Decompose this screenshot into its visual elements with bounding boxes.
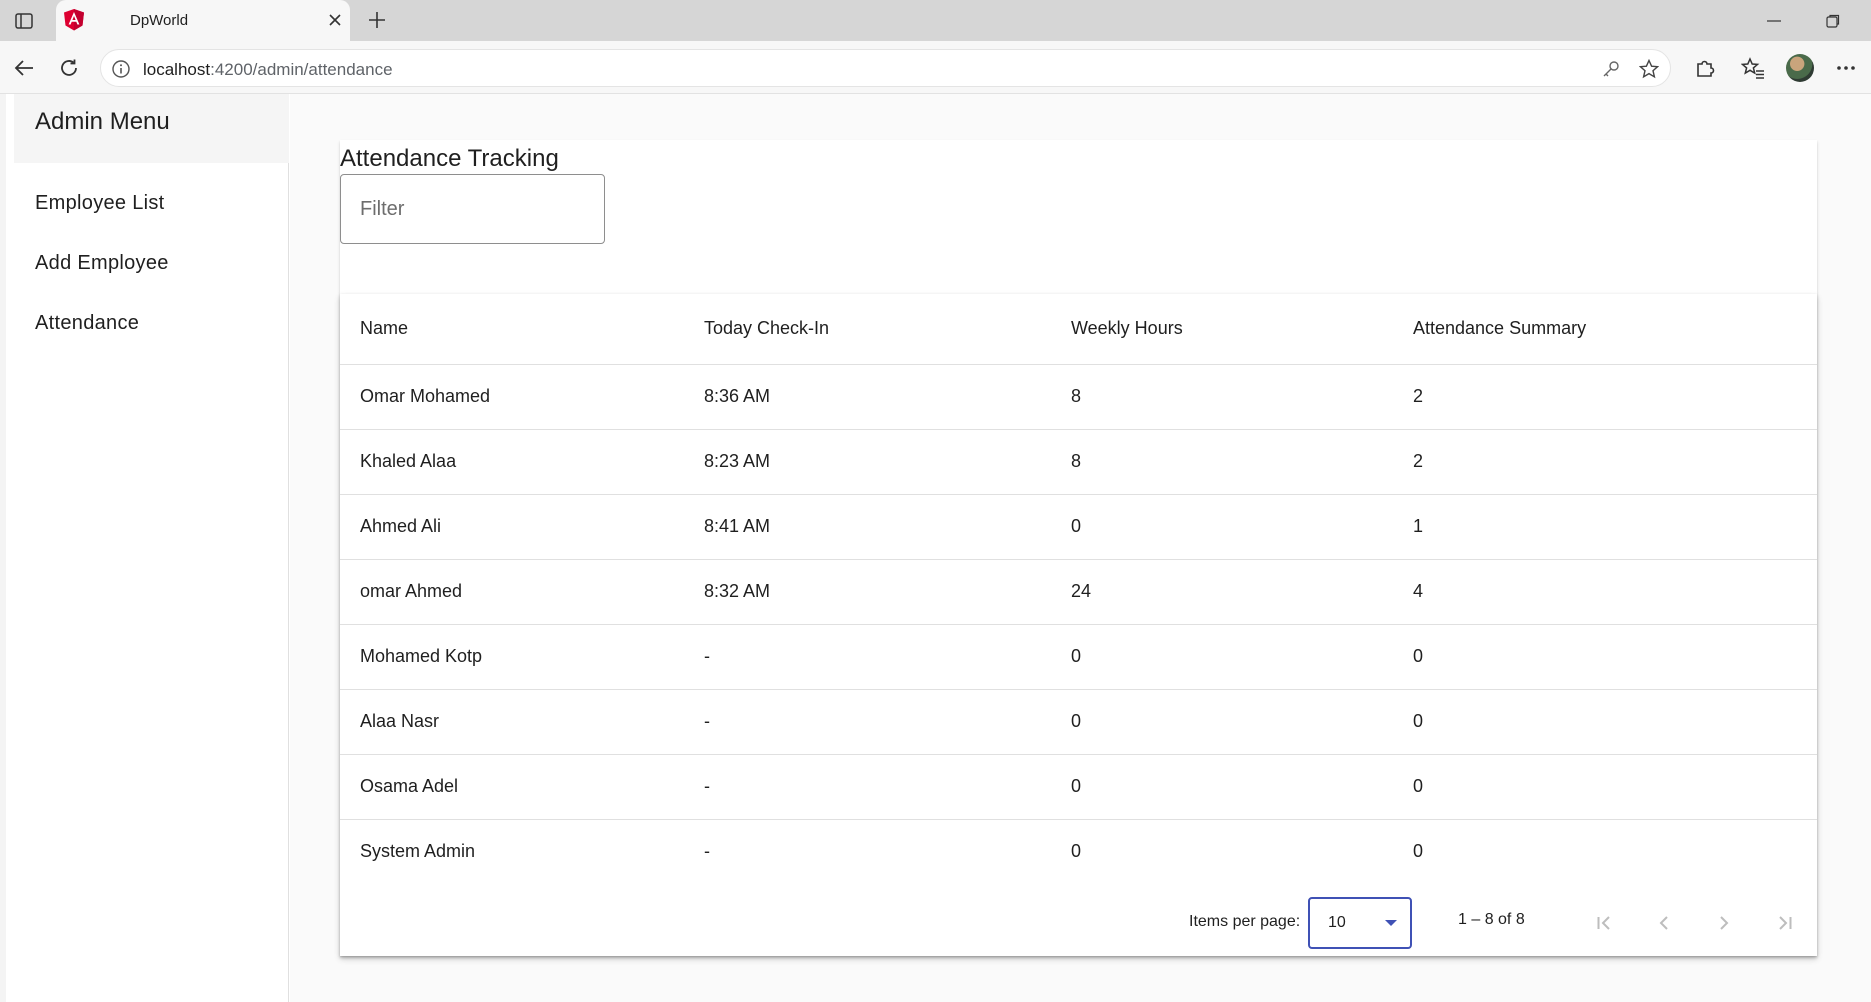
cell-weekly-hours: 0 [1051,754,1393,820]
cell-check-in: 8:41 AM [684,494,1051,560]
page-range-label: 1 – 8 of 8 [1458,911,1525,928]
cell-weekly-hours: 0 [1051,689,1393,755]
attendance-card: Attendance Tracking Name Today Check-In … [340,140,1817,956]
favorites-icon[interactable] [1738,53,1768,83]
sidebar-item-attendance[interactable]: Attendance [35,312,139,335]
sidebar-header: Admin Menu [14,94,289,163]
address-bar[interactable]: localhost:4200/admin/attendance [100,49,1671,87]
cell-name: omar Ahmed [340,559,684,625]
browser-toolbar: localhost:4200/admin/attendance [0,41,1871,94]
table-row: Omar Mohamed 8:36 AM 8 2 [340,364,1817,430]
cell-attendance-summary: 2 [1393,364,1817,430]
angular-logo-icon [64,9,84,31]
refresh-icon[interactable] [54,53,84,83]
cell-name: Omar Mohamed [340,364,684,430]
table-row: Osama Adel - 0 0 [340,754,1817,820]
cell-check-in: - [704,841,710,862]
cell-attendance-summary: 0 [1413,841,1424,862]
table-row: Mohamed Kotp - 0 0 [340,624,1817,690]
browser-tab[interactable]: DpWorld [56,0,350,41]
page-title: Attendance Tracking [340,145,559,172]
cell-check-in: - [684,624,1051,690]
column-header-attendance-summary: Attendance Summary [1393,294,1817,365]
column-header-weekly-hours: Weekly Hours [1051,294,1393,365]
page-size-value: 10 [1328,914,1346,931]
cell-attendance-summary: 0 [1393,689,1817,755]
page-size-select[interactable]: 10 [1308,897,1412,949]
cell-attendance-summary: 0 [1393,754,1817,820]
table-row: System Admin - 0 0 [340,819,1817,884]
cell-check-in: 8:32 AM [684,559,1051,625]
cell-weekly-hours: 0 [1051,494,1393,560]
cell-weekly-hours: 8 [1051,364,1393,430]
close-icon[interactable] [324,9,346,31]
more-icon[interactable] [1831,53,1861,83]
cell-name: Khaled Alaa [340,429,684,495]
cell-weekly-hours: 0 [1051,624,1393,690]
cell-check-in: 8:36 AM [684,364,1051,430]
items-per-page-label: Items per page: [1189,913,1301,930]
cell-attendance-summary: 1 [1393,494,1817,560]
cell-name: Ahmed Ali [340,494,684,560]
tab-title: DpWorld [130,12,189,29]
plus-icon[interactable] [364,7,390,33]
cell-attendance-summary: 2 [1393,429,1817,495]
filter-field[interactable] [340,174,605,244]
attendance-table-container: Name Today Check-In Weekly Hours Attenda… [340,294,1817,956]
column-header-name: Name [340,294,684,365]
cell-check-in: - [684,754,1051,820]
sidebar-title: Admin Menu [35,108,170,135]
restore-icon[interactable] [1810,6,1856,36]
app-root: Admin Menu Employee List Add Employee At… [0,94,1871,1002]
main-content: Attendance Tracking Name Today Check-In … [290,94,1871,1002]
puzzle-icon[interactable] [1690,53,1720,83]
cell-attendance-summary: 4 [1393,559,1817,625]
cell-name: Osama Adel [340,754,684,820]
column-header-check-in: Today Check-In [684,294,1051,365]
cell-weekly-hours: 8 [1051,429,1393,495]
attendance-table: Name Today Check-In Weekly Hours Attenda… [340,294,1817,884]
cell-name: Mohamed Kotp [340,624,684,690]
table-row: Alaa Nasr - 0 0 [340,689,1817,755]
next-page-icon[interactable] [1708,907,1740,939]
sidebar-item-add-employee[interactable]: Add Employee [35,252,169,275]
cell-name: Alaa Nasr [340,689,684,755]
table-row: Ahmed Ali 8:41 AM 0 1 [340,494,1817,560]
filter-input[interactable] [341,175,604,243]
chevron-down-icon [1385,920,1397,926]
back-arrow-icon[interactable] [9,53,39,83]
star-icon[interactable] [1638,58,1660,80]
table-header-row: Name Today Check-In Weekly Hours Attenda… [340,294,1817,365]
admin-sidebar: Admin Menu Employee List Add Employee At… [0,94,289,1002]
cell-weekly-hours: 0 [1071,841,1082,862]
info-icon[interactable] [111,59,131,79]
paginator: Items per page: 10 1 – 8 of 8 [340,889,1817,956]
cell-attendance-summary: 0 [1393,624,1817,690]
minimize-icon[interactable] [1751,6,1797,36]
cell-check-in: 8:23 AM [684,429,1051,495]
sidebar-item-employee-list[interactable]: Employee List [35,192,165,215]
table-row: omar Ahmed 8:32 AM 24 4 [340,559,1817,625]
url-text: localhost:4200/admin/attendance [143,60,393,79]
first-page-icon[interactable] [1589,907,1621,939]
key-icon[interactable] [1600,58,1622,80]
browser-tabstrip: DpWorld [0,0,1871,41]
last-page-icon[interactable] [1768,907,1800,939]
cell-weekly-hours: 24 [1051,559,1393,625]
sidebar-edge [0,94,6,1002]
cell-check-in: - [684,689,1051,755]
previous-page-icon[interactable] [1648,907,1680,939]
profile-avatar[interactable] [1786,54,1814,82]
tab-sidebar-icon[interactable] [12,9,36,33]
cell-name: System Admin [360,841,476,862]
table-row: Khaled Alaa 8:23 AM 8 2 [340,429,1817,495]
